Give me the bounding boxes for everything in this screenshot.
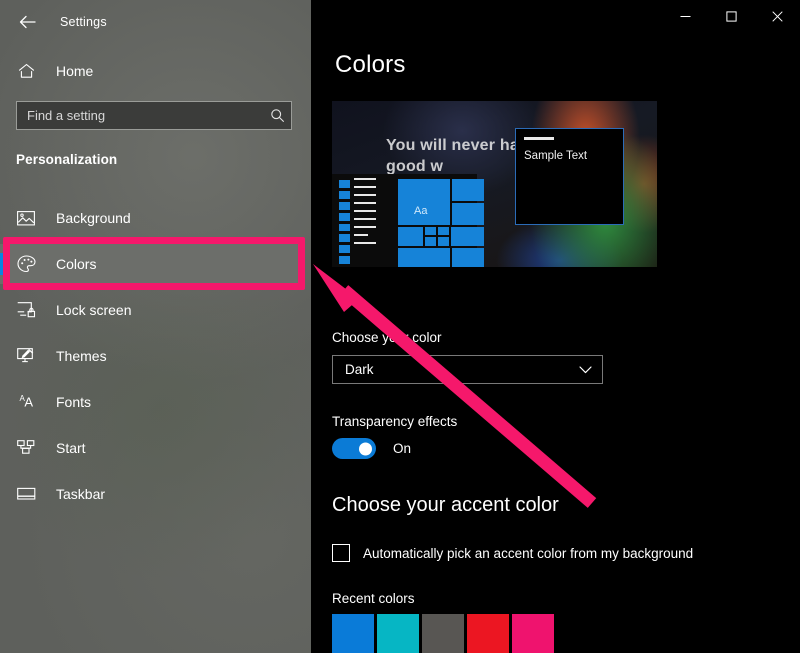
transparency-state: On <box>393 441 412 456</box>
sidebar-item-colors[interactable]: Colors <box>0 244 300 284</box>
sidebar-item-label: Colors <box>56 256 97 272</box>
sidebar-nav-list: Background Colors Lock screen Themes AA … <box>0 198 300 520</box>
settings-main-pane: Colors You will never have a good w Aa S… <box>311 0 800 653</box>
recent-colors-label: Recent colors <box>332 591 415 606</box>
sidebar-home-label: Home <box>56 63 94 79</box>
sidebar-item-label: Background <box>56 210 131 226</box>
lock-screen-icon <box>16 300 36 320</box>
sidebar-item-label: Fonts <box>56 394 92 410</box>
window-controls <box>662 0 800 32</box>
color-swatch[interactable] <box>512 614 554 653</box>
sidebar-item-label: Lock screen <box>56 302 132 318</box>
search-icon[interactable] <box>263 102 291 129</box>
preview-start-rail <box>339 180 350 264</box>
preview-tile-letters: Aa <box>414 205 428 217</box>
sidebar-item-taskbar[interactable]: Taskbar <box>0 474 300 514</box>
home-icon <box>16 61 36 81</box>
search-input[interactable] <box>17 102 263 129</box>
paint-palette-icon <box>16 254 36 274</box>
sidebar-item-home[interactable]: Home <box>0 56 290 86</box>
recent-colors-swatches <box>332 614 554 653</box>
minimize-button[interactable] <box>662 0 708 32</box>
sidebar-group-header: Personalization <box>16 152 118 167</box>
theme-preview: You will never have a good w Aa Sample T… <box>332 101 657 267</box>
back-arrow-icon[interactable] <box>4 6 50 38</box>
settings-sidebar: Settings Home Personalization <box>0 0 311 653</box>
maximize-button[interactable] <box>708 0 754 32</box>
accent-section-title: Choose your accent color <box>332 494 559 516</box>
themes-brush-icon <box>16 346 36 366</box>
sidebar-item-background[interactable]: Background <box>0 198 300 238</box>
start-tiles-icon <box>16 438 36 458</box>
preview-start-lines <box>354 178 376 244</box>
sidebar-item-fonts[interactable]: AA Fonts <box>0 382 300 422</box>
auto-accent-checkbox[interactable] <box>332 544 350 562</box>
color-mode-dropdown[interactable]: Dark <box>332 355 603 384</box>
app-title: Settings <box>60 15 107 29</box>
sidebar-item-lock-screen[interactable]: Lock screen <box>0 290 300 330</box>
preview-start-tiles: Aa <box>398 179 484 267</box>
color-mode-value: Dark <box>345 362 374 377</box>
sidebar-titlebar: Settings <box>0 0 311 44</box>
sidebar-item-label: Themes <box>56 348 107 364</box>
color-swatch[interactable] <box>377 614 419 653</box>
transparency-label: Transparency effects <box>332 414 458 429</box>
preview-window-titlebar <box>524 137 554 140</box>
transparency-toggle-row: On <box>332 438 411 459</box>
choose-color-label: Choose your color <box>332 330 442 345</box>
color-swatch[interactable] <box>467 614 509 653</box>
color-swatch[interactable] <box>332 614 374 653</box>
sidebar-item-label: Taskbar <box>56 486 106 502</box>
settings-window: Settings Home Personalization <box>0 0 800 653</box>
chevron-down-icon[interactable] <box>579 365 592 374</box>
picture-icon <box>16 208 36 228</box>
auto-accent-label: Automatically pick an accent color from … <box>363 545 694 561</box>
sidebar-item-label: Start <box>56 440 86 456</box>
transparency-toggle[interactable] <box>332 438 376 459</box>
page-title: Colors <box>335 51 406 78</box>
toggle-knob <box>359 442 372 455</box>
close-button[interactable] <box>754 0 800 32</box>
sidebar-item-themes[interactable]: Themes <box>0 336 300 376</box>
taskbar-icon <box>16 484 36 504</box>
fonts-aa-icon: AA <box>19 394 33 410</box>
preview-sample-window: Sample Text <box>515 128 624 225</box>
search-box[interactable] <box>16 101 292 130</box>
auto-accent-row[interactable]: Automatically pick an accent color from … <box>332 544 693 562</box>
sidebar-item-start[interactable]: Start <box>0 428 300 468</box>
color-swatch[interactable] <box>422 614 464 653</box>
preview-sample-text: Sample Text <box>524 150 588 162</box>
